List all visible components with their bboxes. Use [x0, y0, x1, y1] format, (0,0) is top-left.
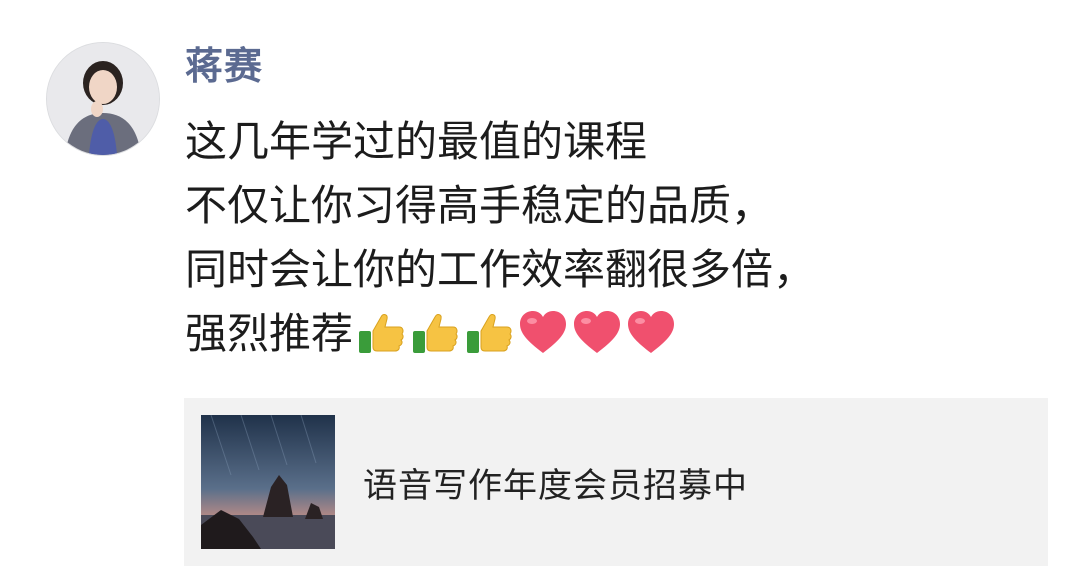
sea-rocks-thumbnail-icon [201, 415, 335, 549]
heart-icon [520, 310, 567, 353]
author-name[interactable]: 蒋赛 [185, 40, 263, 92]
avatar-portrait-icon [47, 43, 159, 155]
share-card-title: 语音写作年度会员招募中 [363, 465, 748, 506]
thumbs-up-icon [467, 313, 512, 353]
emoji-row [355, 307, 679, 359]
avatar[interactable] [46, 42, 160, 156]
post-line-4: 强烈推荐 [185, 302, 1045, 366]
share-thumbnail [201, 415, 335, 549]
post-line-1: 这几年学过的最值的课程 [185, 117, 648, 166]
heart-icon [628, 310, 675, 353]
thumbs-up-icon [359, 313, 404, 353]
heart-icon [574, 310, 621, 353]
thumbs-up-icon [413, 313, 458, 353]
shared-link-card[interactable]: 语音写作年度会员招募中 [184, 398, 1048, 566]
post-line-2: 不仅让你习得高手稳定的品质， [185, 181, 774, 230]
post-text: 这几年学过的最值的课程 不仅让你习得高手稳定的品质， 同时会让你的工作效率翻很多… [185, 110, 1045, 366]
moment-post: 蒋赛 这几年学过的最值的课程 不仅让你习得高手稳定的品质， 同时会让你的工作效率… [0, 0, 1080, 568]
post-line-3: 同时会让你的工作效率翻很多倍， [185, 245, 816, 294]
post-line-4-text: 强烈推荐 [185, 309, 354, 358]
